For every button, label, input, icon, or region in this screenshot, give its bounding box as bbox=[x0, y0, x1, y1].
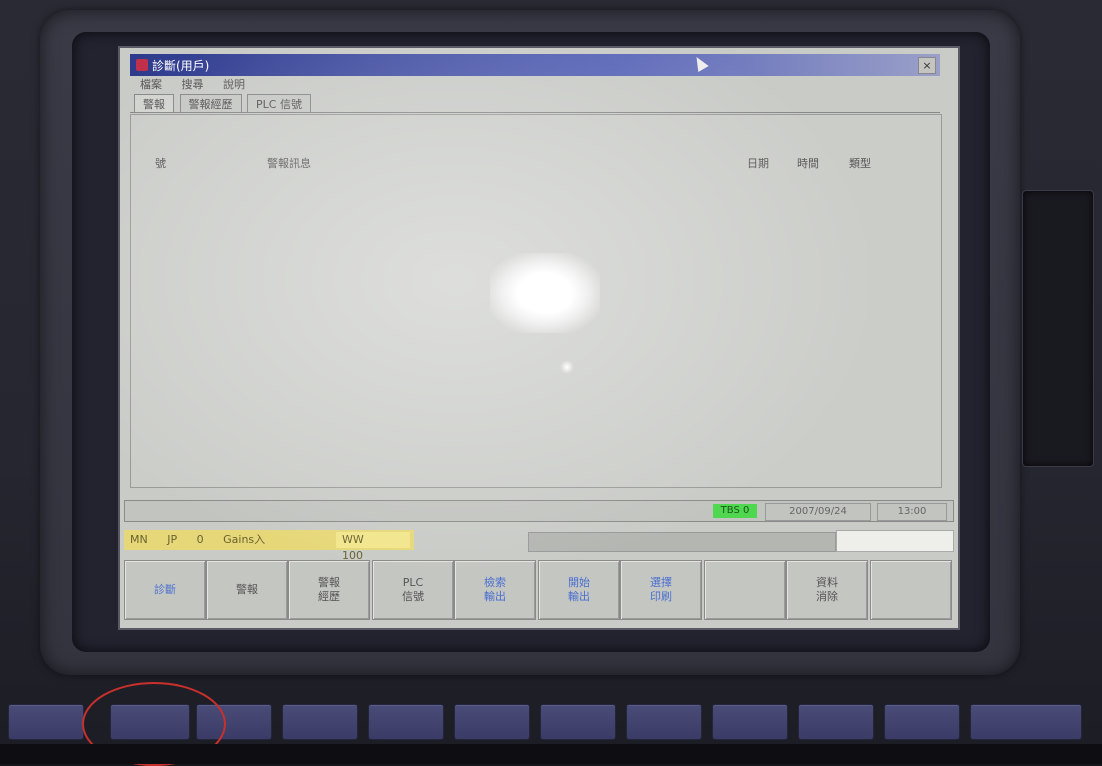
hw-key-next[interactable] bbox=[970, 704, 1082, 740]
softkey-select-print[interactable]: 選擇 印刷 bbox=[620, 560, 702, 620]
tab-strip: 警報 警報經歷 PLC 信號 bbox=[134, 94, 313, 113]
col-header-date: 日期 bbox=[747, 157, 769, 170]
hw-key-8[interactable] bbox=[712, 704, 788, 740]
hw-key-4[interactable] bbox=[368, 704, 444, 740]
status-date: 2007/09/24 bbox=[765, 503, 871, 521]
mode-item: Gains入 bbox=[223, 533, 266, 546]
side-slot bbox=[1022, 190, 1094, 467]
softkey-empty-8[interactable] bbox=[704, 560, 786, 620]
window-title: 診斷(用戶) bbox=[152, 59, 210, 73]
menu-help[interactable]: 說明 bbox=[223, 78, 245, 91]
hw-key-back[interactable] bbox=[8, 704, 84, 740]
hw-key-6[interactable] bbox=[540, 704, 616, 740]
tab-alarm[interactable]: 警報 bbox=[134, 94, 174, 113]
close-button[interactable]: × bbox=[918, 57, 936, 74]
menu-file[interactable]: 檔案 bbox=[140, 78, 162, 91]
tab-divider bbox=[130, 112, 940, 113]
tab-plc-signal[interactable]: PLC 信號 bbox=[247, 94, 311, 113]
softkey-clear-data[interactable]: 資料 消除 bbox=[786, 560, 868, 620]
hw-key-5[interactable] bbox=[454, 704, 530, 740]
menu-search[interactable]: 搜尋 bbox=[182, 78, 204, 91]
window-titlebar: 診斷(用戶) × bbox=[130, 54, 940, 76]
mode-item: MN bbox=[130, 533, 148, 546]
light-glare-small bbox=[560, 360, 574, 374]
softkey-empty-10[interactable] bbox=[870, 560, 952, 620]
menu-bar: 檔案 搜尋 說明 bbox=[130, 76, 940, 92]
hw-key-9[interactable] bbox=[798, 704, 874, 740]
softkey-search-output[interactable]: 檢索 輸出 bbox=[454, 560, 536, 620]
bottom-edge bbox=[0, 744, 1102, 764]
alarm-table: 號 警報訊息 日期 時間 類型 bbox=[130, 114, 942, 488]
col-header-time: 時間 bbox=[797, 157, 819, 170]
message-field bbox=[528, 532, 836, 552]
softkey-alarm-history[interactable]: 警報 經歷 bbox=[288, 560, 370, 620]
col-header-type: 類型 bbox=[849, 157, 871, 170]
cnc-screen: 診斷(用戶) × 檔案 搜尋 說明 警報 警報經歷 PLC 信號 號 警報訊息 … bbox=[118, 46, 960, 630]
softkey-diagnosis[interactable]: 診斷 bbox=[124, 560, 206, 620]
hw-key-10[interactable] bbox=[884, 704, 960, 740]
hw-key-7[interactable] bbox=[626, 704, 702, 740]
mode-bar: MN JP 0 Gains入 WW 100 bbox=[124, 530, 414, 562]
mode-item: 0 bbox=[196, 533, 204, 546]
ww-override: WW 100 bbox=[336, 532, 410, 562]
mode-item: JP bbox=[167, 533, 178, 546]
softkey-start-output[interactable]: 開始 輸出 bbox=[538, 560, 620, 620]
softkey-bar: 診斷 警報 警報 經歷 PLC 信號 檢索 輸出 開始 輸出 選擇 印刷 資料 … bbox=[124, 560, 952, 620]
app-icon bbox=[136, 59, 148, 71]
col-header-message: 警報訊息 bbox=[267, 157, 311, 170]
hw-key-3[interactable] bbox=[282, 704, 358, 740]
input-field[interactable] bbox=[836, 530, 954, 552]
tab-alarm-history[interactable]: 警報經歷 bbox=[179, 94, 242, 113]
softkey-plc-signal[interactable]: PLC 信號 bbox=[372, 560, 454, 620]
col-header-number: 號 bbox=[155, 157, 166, 170]
tbs-indicator: TBS 0 bbox=[713, 504, 757, 518]
status-time: 13:00 bbox=[877, 503, 947, 521]
softkey-alarm[interactable]: 警報 bbox=[206, 560, 288, 620]
status-bar: TBS 0 2007/09/24 13:00 bbox=[124, 500, 954, 522]
ww-label: WW bbox=[342, 533, 364, 546]
